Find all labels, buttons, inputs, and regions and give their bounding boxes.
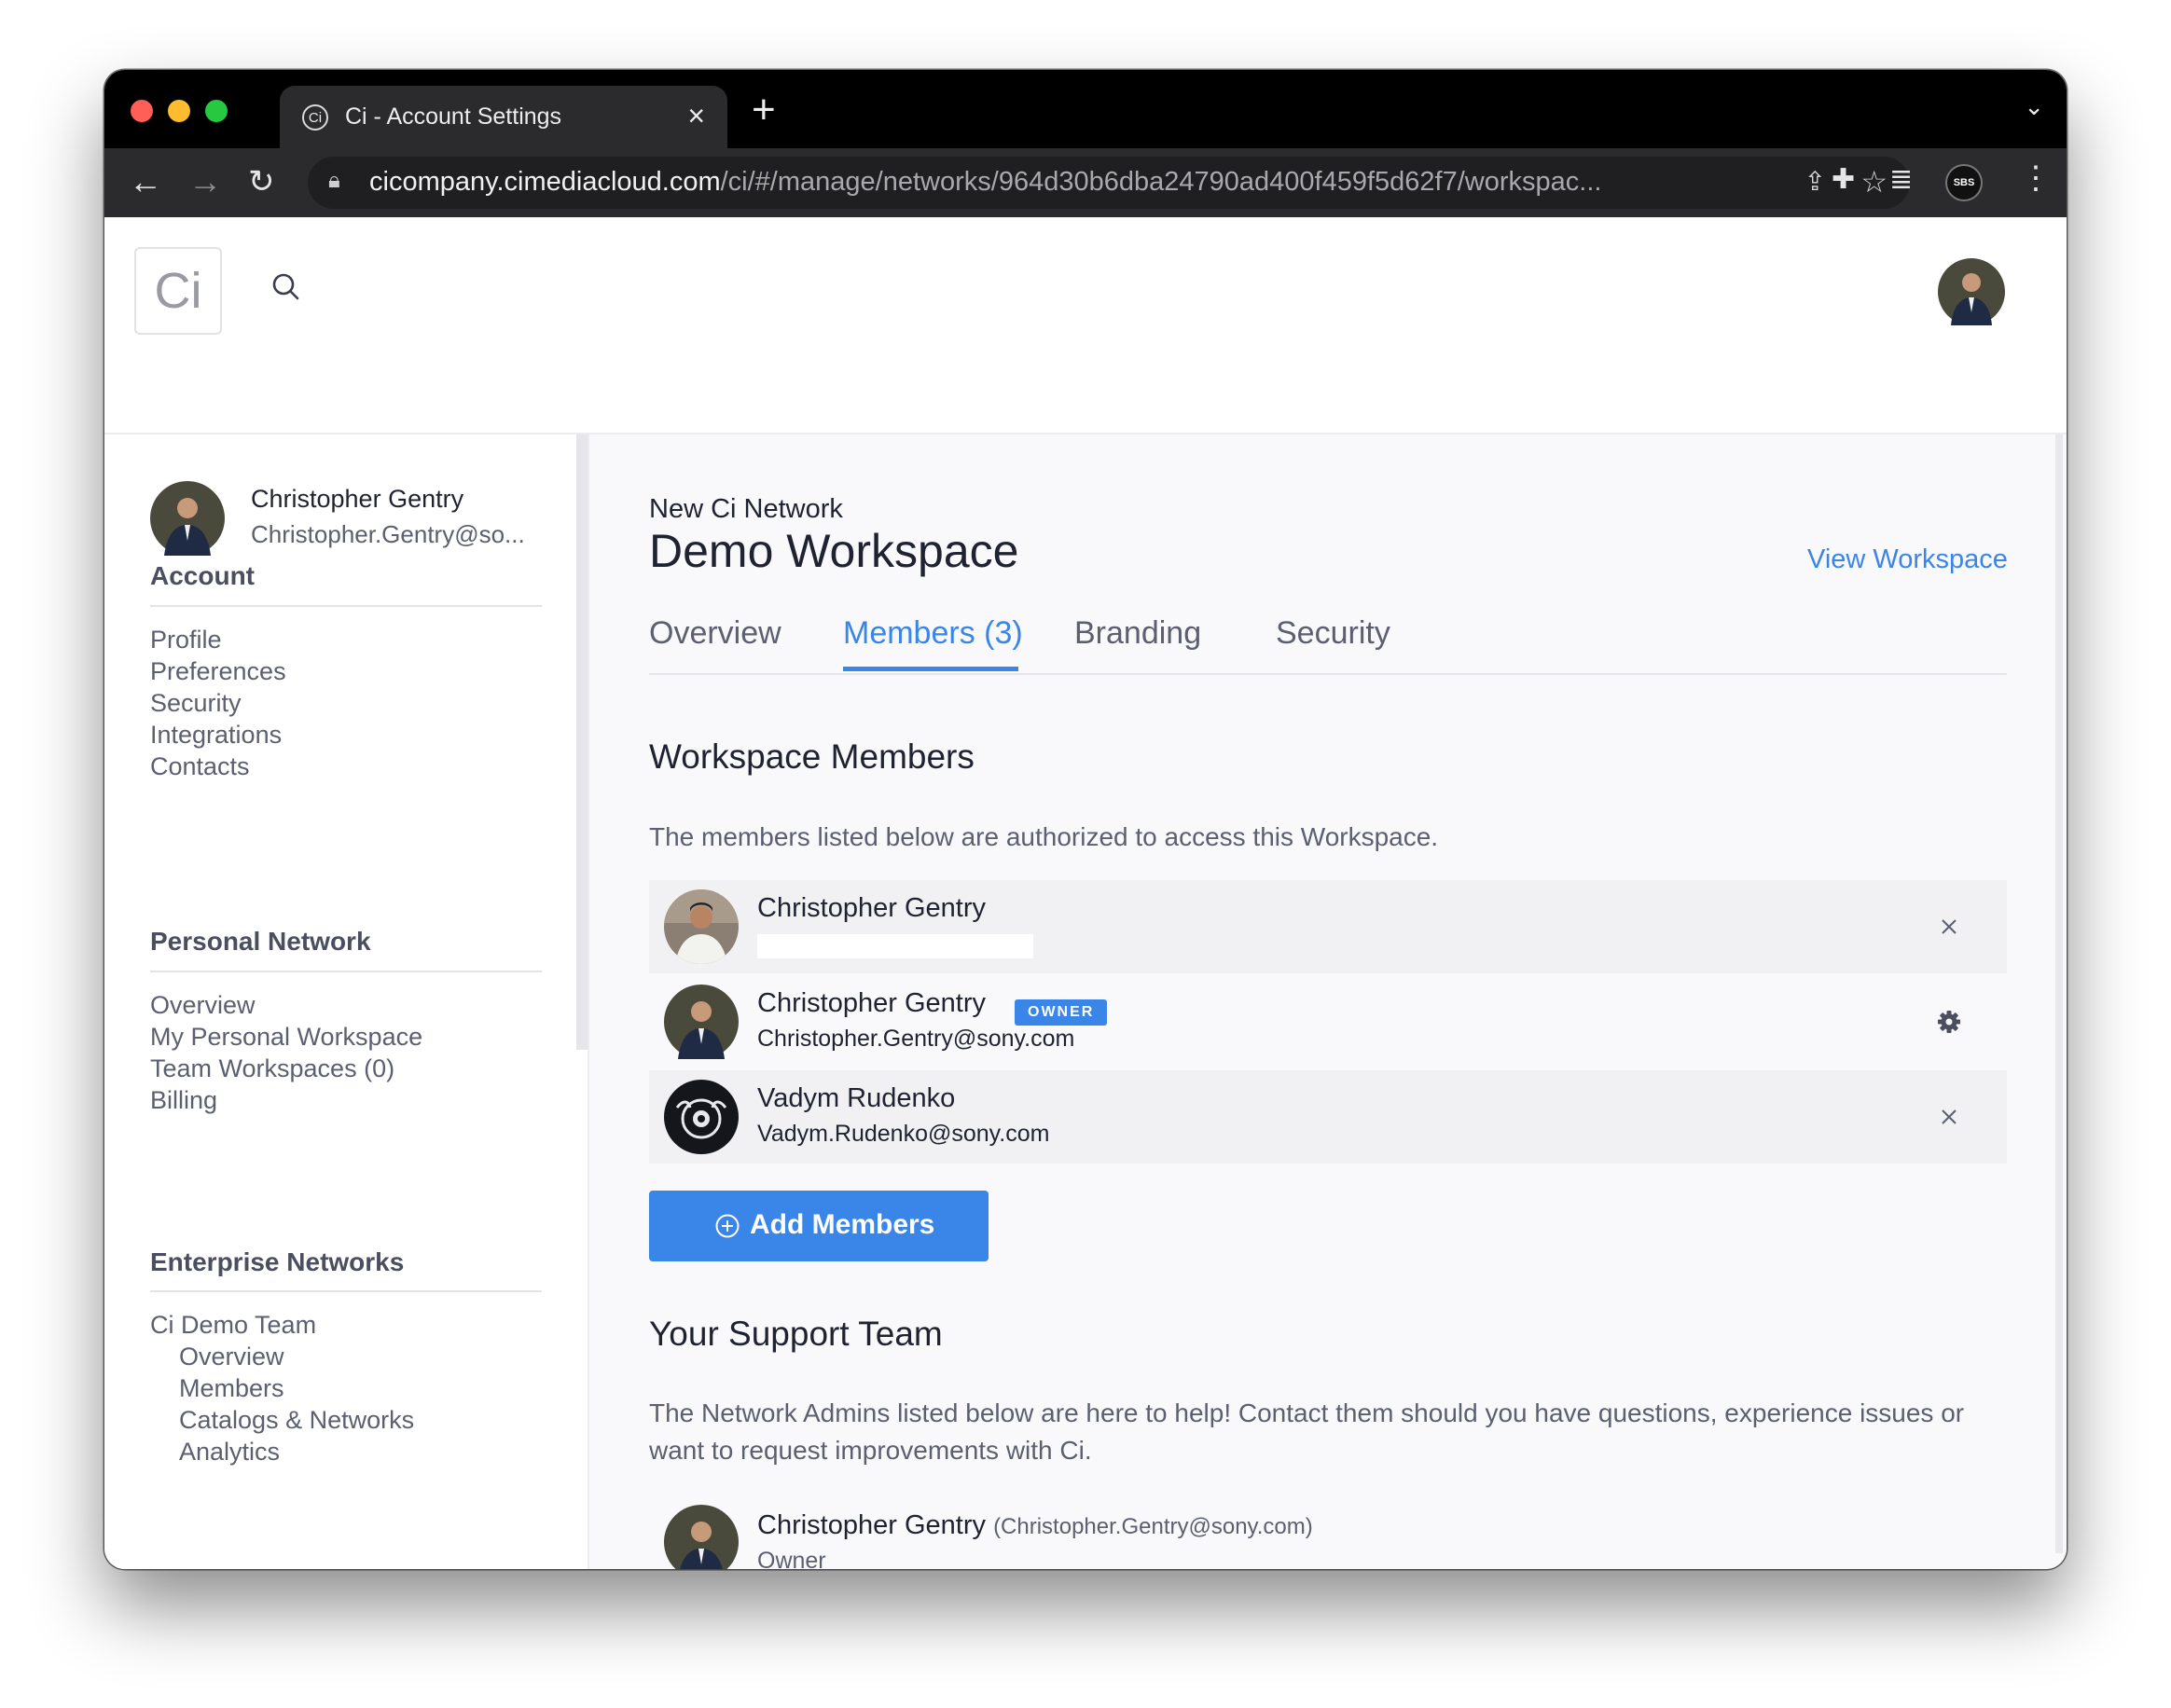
tab-members[interactable]: Members (3) <box>843 615 1023 652</box>
member-name: Christopher Gentry <box>757 988 986 1018</box>
member-email: Christopher.Gentry@sony.com <box>757 1026 1075 1052</box>
new-tab-icon[interactable]: + <box>752 87 776 133</box>
sidebar-user-email: Christopher.Gentry@so... <box>251 520 525 548</box>
member-row: Christopher Gentry OWNER Christopher.Gen… <box>649 975 2007 1068</box>
browser-profile-avatar[interactable]: SBS <box>1945 164 1983 201</box>
tab-close-icon[interactable]: × <box>687 99 705 133</box>
member-avatar <box>664 889 739 964</box>
sidebar-divider <box>150 1290 542 1292</box>
sidebar-item-preferences[interactable]: Preferences <box>150 657 286 686</box>
active-tab-indicator <box>843 667 1018 671</box>
sidebar-item-enterprise-members[interactable]: Members <box>179 1374 284 1403</box>
extensions-puzzle-icon[interactable]: ✚ <box>1832 163 1855 196</box>
member-email: Vadym.Rudenko@sony.com <box>757 1121 1050 1147</box>
browser-window: Ci Ci - Account Settings × + ⌄ ← → ↻ 🔒︎ … <box>104 70 2067 1569</box>
browser-tab[interactable]: Ci Ci - Account Settings × <box>280 86 727 148</box>
tab-overview[interactable]: Overview <box>649 615 781 652</box>
window-zoom-button[interactable] <box>205 100 228 122</box>
add-circle-icon <box>715 1214 740 1238</box>
tab-search-chevron-icon[interactable]: ⌄ <box>2024 92 2044 121</box>
sidebar-heading-enterprise-networks: Enterprise Networks <box>150 1247 405 1276</box>
tab-title: Ci - Account Settings <box>345 103 562 130</box>
member-avatar <box>664 1080 739 1154</box>
sidebar-item-catalogs-networks[interactable]: Catalogs & Networks <box>179 1406 414 1435</box>
main-scrollbar[interactable] <box>2055 434 2063 1553</box>
add-members-label: Add Members <box>750 1209 935 1240</box>
support-admin-role: Owner <box>757 1548 826 1569</box>
url-text[interactable]: cicompany.cimediacloud.com/ci/#/manage/n… <box>369 167 1684 198</box>
close-icon[interactable] <box>1930 908 1968 945</box>
workspace-members-heading: Workspace Members <box>649 737 975 776</box>
support-team-description: The Network Admins listed below are here… <box>649 1398 1965 1465</box>
sidebar-item-ci-demo-team[interactable]: Ci Demo Team <box>150 1311 316 1340</box>
window-minimize-button[interactable] <box>168 100 190 122</box>
member-name: Christopher Gentry <box>757 893 986 923</box>
media-playlist-icon[interactable]: ≣ <box>1889 163 1913 196</box>
reload-icon[interactable]: ↻ <box>248 161 275 202</box>
support-admin-email[interactable]: (Christopher.Gentry@sony.com) <box>993 1514 1313 1539</box>
sidebar-item-security[interactable]: Security <box>150 689 242 718</box>
support-admin: Christopher Gentry (Christopher.Gentry@s… <box>757 1510 1313 1541</box>
browser-tab-bar: Ci Ci - Account Settings × + ⌄ <box>104 70 2067 148</box>
page-title: Demo Workspace <box>649 525 1019 577</box>
workspace-tabs: Overview Members (3) Branding Security <box>649 612 2007 675</box>
window-close-button[interactable] <box>131 100 153 122</box>
forward-arrow-icon[interactable]: → <box>188 161 222 202</box>
sidebar-scrollbar[interactable] <box>576 434 588 1050</box>
browser-menu-icon[interactable]: ⋮ <box>2020 159 2052 197</box>
add-members-button[interactable]: Add Members <box>649 1191 989 1261</box>
member-row: Vadym Rudenko Vadym.Rudenko@sony.com <box>649 1070 2007 1164</box>
support-team-heading: Your Support Team <box>649 1315 943 1353</box>
member-name: Vadym Rudenko <box>757 1083 956 1113</box>
sidebar-item-my-personal-workspace[interactable]: My Personal Workspace <box>150 1023 422 1052</box>
bookmark-star-icon[interactable]: ☆ <box>1860 164 1888 200</box>
workspace-members-description: The members listed below are authorized … <box>649 822 1439 851</box>
sidebar-heading-personal-network: Personal Network <box>150 927 371 956</box>
sidebar-user-name: Christopher Gentry <box>251 485 464 513</box>
lock-icon: 🔒︎ <box>328 168 340 193</box>
close-icon[interactable] <box>1930 1098 1968 1136</box>
search-icon[interactable] <box>270 271 302 303</box>
user-avatar[interactable] <box>1938 258 2005 325</box>
sidebar-item-profile[interactable]: Profile <box>150 626 222 654</box>
back-arrow-icon[interactable]: ← <box>129 161 162 202</box>
owner-badge: OWNER <box>1015 999 1108 1026</box>
sidebar-item-integrations[interactable]: Integrations <box>150 721 282 750</box>
support-admin-avatar <box>664 1505 739 1569</box>
tab-security[interactable]: Security <box>1276 615 1390 652</box>
view-workspace-link[interactable]: View Workspace <box>1807 544 2008 575</box>
address-bar[interactable]: 🔒︎ cicompany.cimediacloud.com/ci/#/manag… <box>308 157 1910 209</box>
sidebar-item-personal-overview[interactable]: Overview <box>150 991 256 1020</box>
main-content: New Ci Network Demo Workspace View Works… <box>589 434 2067 1569</box>
sidebar-item-contacts[interactable]: Contacts <box>150 752 250 781</box>
sidebar-user-avatar <box>150 481 225 556</box>
sidebar-divider <box>150 971 542 972</box>
tab-favicon-icon: Ci <box>302 104 328 131</box>
sidebar-heading-account: Account <box>150 561 255 590</box>
share-icon[interactable]: ⇪ <box>1805 166 1826 197</box>
member-avatar <box>664 985 739 1059</box>
support-admin-name: Christopher Gentry <box>757 1510 986 1540</box>
member-email-redacted <box>757 934 1033 958</box>
gear-icon[interactable] <box>1930 1003 1968 1040</box>
tab-branding[interactable]: Branding <box>1074 615 1201 652</box>
member-row: Christopher Gentry <box>649 880 2007 973</box>
sidebar-item-team-workspaces[interactable]: Team Workspaces (0) <box>150 1054 394 1083</box>
sidebar-divider <box>150 605 542 607</box>
sidebar-item-analytics[interactable]: Analytics <box>179 1438 280 1467</box>
settings-sidebar: Christopher Gentry Christopher.Gentry@so… <box>104 434 589 1569</box>
ci-logo[interactable]: Ci <box>134 247 222 335</box>
sidebar-item-enterprise-overview[interactable]: Overview <box>179 1343 284 1371</box>
network-name: New Ci Network <box>649 494 843 524</box>
browser-toolbar: ← → ↻ 🔒︎ cicompany.cimediacloud.com/ci/#… <box>104 148 2067 217</box>
sidebar-item-billing[interactable]: Billing <box>150 1086 217 1115</box>
app-header: Ci <box>104 217 2067 434</box>
